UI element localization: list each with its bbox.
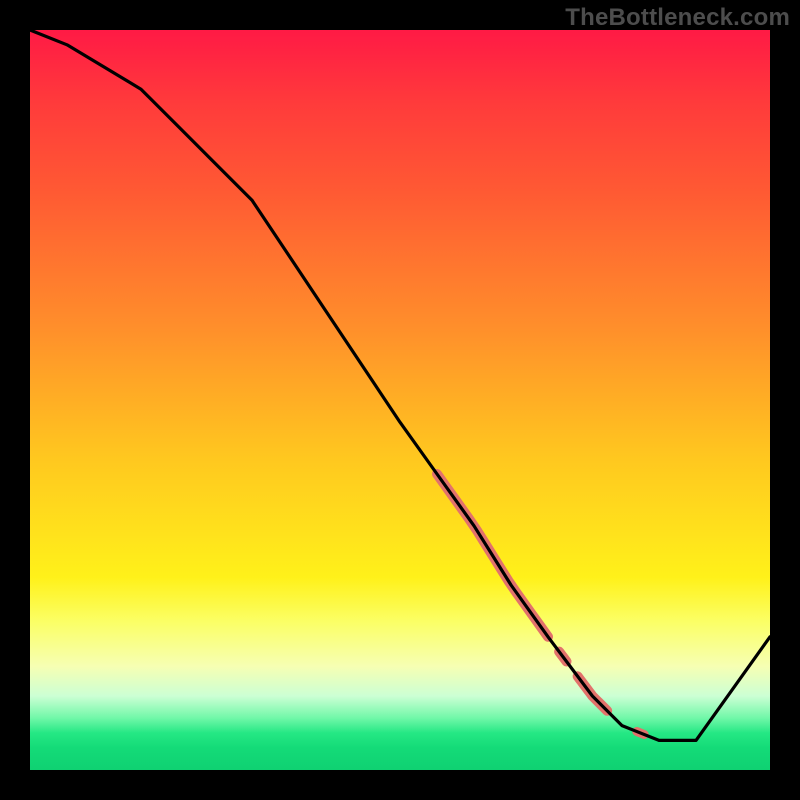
chart-line xyxy=(30,30,770,740)
watermark-text: TheBottleneck.com xyxy=(565,4,790,32)
chart-frame: TheBottleneck.com xyxy=(0,0,800,800)
highlight-layer xyxy=(437,474,644,734)
chart-svg xyxy=(30,30,770,770)
plot-area xyxy=(30,30,770,770)
